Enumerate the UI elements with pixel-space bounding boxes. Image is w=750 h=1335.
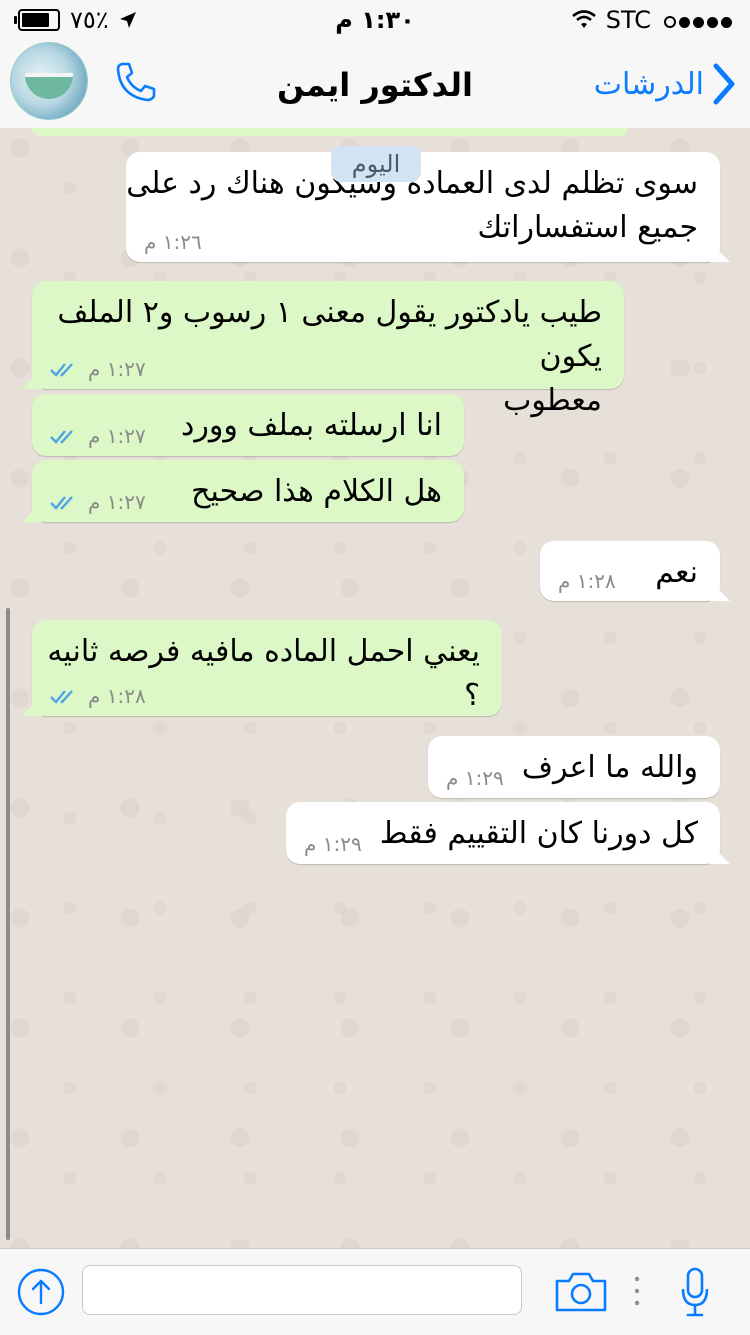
message-text: انا ارسلته بملف وورد	[181, 408, 442, 443]
message-input-bar	[0, 1248, 750, 1335]
message-time: ١:٢٩ م	[446, 766, 504, 790]
read-receipt-icon	[50, 690, 73, 704]
message-time: ١:٢٧ م	[88, 424, 146, 448]
microphone-icon[interactable]	[680, 1267, 710, 1319]
message-text: نعم	[655, 555, 698, 590]
chat-scrollbar[interactable]	[6, 608, 10, 1240]
message-time: ١:٢٧ م	[88, 490, 146, 514]
status-right: STC	[571, 6, 732, 34]
message-bubble-outgoing[interactable]: انا ارسلته بملف وورد ١:٢٧ م	[32, 394, 464, 456]
read-receipt-icon	[50, 496, 73, 510]
status-bar: ٧٥٪ ١:٣٠ م STC	[0, 0, 750, 40]
message-text: هل الكلام هذا صحيح	[191, 474, 442, 509]
message-time: ١:٢٧ م	[88, 357, 146, 381]
previous-message-edge	[32, 128, 628, 136]
wifi-icon	[571, 10, 596, 28]
back-label: الدرشات	[593, 66, 704, 102]
carrier-name: STC	[605, 6, 651, 34]
message-time: ١:٢٩ م	[304, 832, 362, 856]
message-bubble-outgoing[interactable]: يعني احمل الماده مافيه فرصه ثانيه ؟ ١:٢٨…	[32, 620, 502, 716]
more-options-icon[interactable]	[633, 1273, 641, 1309]
phone-call-icon[interactable]	[112, 58, 160, 106]
chevron-right-icon	[713, 63, 735, 105]
message-time: ١:٢٨ م	[88, 684, 146, 708]
message-bubble-outgoing[interactable]: طيب يادكتور يقول معنى ١ رسوب و٢ الملف يك…	[32, 281, 624, 418]
message-input[interactable]	[82, 1265, 522, 1315]
message-meta: ١:٢٨ م	[50, 684, 146, 708]
message-meta: ١:٢٧ م	[50, 490, 146, 514]
message-text: كل دورنا كان التقييم فقط	[379, 816, 698, 851]
message-meta: ١:٢٨ م	[558, 569, 616, 593]
read-receipt-icon	[50, 430, 73, 444]
message-bubble-outgoing[interactable]: هل الكلام هذا صحيح ١:٢٧ م	[32, 460, 464, 522]
message-text: والله ما اعرف	[521, 750, 698, 785]
message-meta: ١:٢٧ م	[50, 357, 146, 381]
signal-strength-icon	[661, 6, 732, 34]
message-time: ١:٢٨ م	[558, 569, 616, 593]
message-meta: ١:٢٦ م	[144, 230, 202, 254]
contact-avatar[interactable]	[10, 42, 88, 120]
message-meta: ١:٢٩ م	[446, 766, 504, 790]
message-bubble-incoming[interactable]: نعم ١:٢٨ م	[540, 541, 720, 601]
chat-header: الدكتور ايمن الدرشات	[0, 40, 750, 129]
message-time: ١:٢٦ م	[144, 230, 202, 254]
message-bubble-incoming[interactable]: والله ما اعرف ١:٢٩ م	[428, 736, 720, 798]
back-button[interactable]: الدرشات	[594, 62, 736, 106]
message-meta: ١:٢٧ م	[50, 424, 146, 448]
message-meta: ١:٢٩ م	[304, 832, 362, 856]
date-separator: اليوم	[331, 146, 421, 182]
share-upload-icon[interactable]	[16, 1267, 66, 1317]
read-receipt-icon	[50, 363, 73, 377]
message-bubble-incoming[interactable]: سوى تظلم لدى العمادة وسيكون هناك رد على …	[126, 152, 720, 262]
chat-title[interactable]: الدكتور ايمن	[200, 66, 550, 104]
camera-icon[interactable]	[554, 1269, 608, 1313]
message-bubble-incoming[interactable]: كل دورنا كان التقييم فقط ١:٢٩ م	[286, 802, 720, 864]
